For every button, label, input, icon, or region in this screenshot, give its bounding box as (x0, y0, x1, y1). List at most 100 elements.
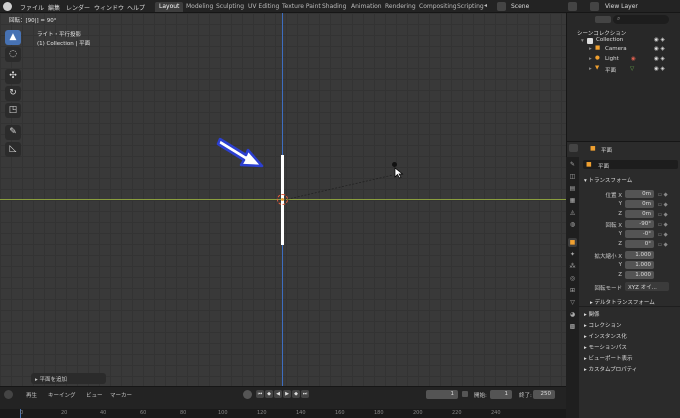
scene-name[interactable]: Scene (511, 3, 529, 10)
visibility-eye-icon[interactable]: ◉ ◈ (654, 46, 665, 52)
data-tab-icon[interactable]: ▽ (568, 298, 577, 307)
menu-render[interactable]: レンダー (66, 3, 90, 12)
tab-animation[interactable]: Animation (347, 2, 386, 12)
properties-editor-icon[interactable] (569, 144, 578, 152)
measure-tool-icon[interactable]: ◺ (5, 142, 21, 157)
display-mode-icon[interactable] (595, 16, 611, 23)
menu-marker[interactable]: マーカー (110, 391, 132, 399)
panel-custom-properties[interactable]: ▸ カスタムプロパティ (584, 365, 637, 373)
mesh-data-icon: ▽ (630, 66, 635, 72)
view-layer-tab-icon[interactable]: ▦ (568, 196, 577, 205)
last-operator-panel[interactable]: ▸ 平面を追加 (31, 373, 106, 384)
tab-shading[interactable]: Shading (318, 2, 350, 12)
scene-tab-icon[interactable]: ◬ (568, 208, 577, 217)
tab-scripting[interactable]: Scripting (453, 2, 488, 12)
ruler-label: 0 (20, 410, 24, 416)
visibility-eye-icon[interactable]: ◉ ◈ (654, 37, 665, 43)
panel-motion-paths[interactable]: ▸ モーションパス (584, 343, 627, 351)
location-x-label: 位置 X (605, 193, 622, 199)
rotation-x-field[interactable]: -90° (625, 220, 654, 228)
tool-tab-icon[interactable]: ✎ (568, 160, 577, 169)
menu-file[interactable]: ファイル (20, 3, 44, 12)
move-tool-icon[interactable]: ✣ (5, 69, 21, 84)
render-tab-icon[interactable]: ◫ (568, 172, 577, 181)
scale-z-field[interactable]: 1.000 (625, 271, 654, 279)
rotate-tool-icon[interactable]: ↻ (5, 86, 21, 101)
menu-window[interactable]: ウィンドウ (94, 3, 124, 12)
view-layer-name[interactable]: View Layer (605, 3, 638, 10)
rotation-z-field[interactable]: 0° (625, 240, 654, 248)
tab-rendering[interactable]: Rendering (381, 2, 420, 12)
collection-info: (1) Collection | 平面 (37, 41, 91, 47)
menu-keying[interactable]: キーイング (48, 391, 76, 399)
panel-relations[interactable]: ▸ 関係 (584, 310, 600, 318)
tab-layout[interactable]: Layout (155, 2, 184, 12)
rotation-mode-dropdown[interactable]: XYZ オイ... (625, 282, 669, 291)
ruler-label: 200 (413, 410, 423, 416)
location-y-field[interactable]: 0m (625, 200, 654, 208)
material-tab-icon[interactable]: ◕ (568, 310, 577, 319)
transform-title: トランスフォーム (588, 178, 633, 184)
outliner-item-plane[interactable]: 平面 (605, 66, 616, 74)
rotation-y-field[interactable]: -0° (625, 230, 654, 238)
3d-viewport[interactable]: 回転：[90|] = 90° ライト・平行投影 (1) Collection |… (0, 13, 566, 386)
object-tab-icon[interactable]: ■ (568, 238, 577, 247)
panel-collections[interactable]: ▸ コレクション (584, 321, 622, 329)
record-icon[interactable] (243, 390, 252, 399)
output-tab-icon[interactable]: ▤ (568, 184, 577, 193)
menu-edit[interactable]: 編集 (48, 3, 60, 12)
timeline-ruler[interactable] (0, 409, 566, 418)
cursor-tool-icon[interactable]: ◌ (5, 47, 21, 62)
outliner-item-camera[interactable]: Camera (605, 46, 627, 52)
properties-object-name: 平面 (601, 148, 613, 154)
delta-transform-panel[interactable]: ▸ デルタトランスフォーム (590, 298, 655, 306)
panel-instancing[interactable]: ▸ インスタンス化 (584, 332, 627, 340)
prev-key-icon[interactable]: ◆ (265, 390, 273, 398)
jump-start-icon[interactable]: ⏮ (256, 390, 264, 398)
preview-range-icon[interactable] (462, 391, 468, 397)
constraint-tab-icon[interactable]: ⊞ (568, 286, 577, 295)
start-frame-field[interactable]: 1 (490, 390, 512, 399)
transform-panel-header[interactable]: ▾ トランスフォーム (584, 176, 632, 184)
jump-end-icon[interactable]: ⏭ (301, 390, 309, 398)
rotation-guide-line (283, 174, 394, 201)
workspace-more-icon[interactable]: ◂ (484, 2, 487, 9)
play-reverse-icon[interactable]: ◀ (274, 390, 282, 398)
menu-playback[interactable]: 再生 (26, 391, 37, 399)
world-tab-icon[interactable]: ◍ (568, 220, 577, 229)
scene-icon[interactable] (497, 2, 506, 11)
object-name-field[interactable]: 平面 (598, 162, 609, 170)
location-x-field[interactable]: 0m (625, 190, 654, 198)
end-frame-field[interactable]: 250 (533, 390, 555, 399)
current-frame-field[interactable]: 1 (426, 390, 458, 399)
select-box-icon[interactable]: ▲ (5, 30, 21, 45)
tab-sculpting[interactable]: Sculpting (212, 2, 248, 12)
lock-toggle-icons[interactable]: ▫ ◆ ▫ ◆ ▫ ◆ ▫ ◆ ▫ ◆ ▫ ◆ (658, 190, 678, 250)
mouse-cursor-icon (394, 167, 404, 179)
collection-expand-icon[interactable]: ▾ (581, 38, 584, 44)
visibility-eye-icon[interactable]: ◉ ◈ (654, 66, 665, 72)
panel-viewport-display[interactable]: ▸ ビューポート表示 (584, 354, 633, 362)
next-key-icon[interactable]: ◆ (292, 390, 300, 398)
timeline-editor-icon[interactable] (4, 390, 13, 399)
scale-tool-icon[interactable]: ◳ (5, 103, 21, 118)
outliner-search-input[interactable]: ⌕ (613, 15, 669, 24)
outliner-item-light[interactable]: Light (605, 56, 619, 62)
modifier-tab-icon[interactable]: ✦ (568, 250, 577, 259)
view-layer-icon[interactable] (590, 2, 599, 11)
object-icon: ■ (590, 145, 596, 152)
scene-browse-icon[interactable] (568, 2, 577, 11)
physics-tab-icon[interactable]: ◎ (568, 274, 577, 283)
scale-x-field[interactable]: 1.000 (625, 251, 654, 259)
location-z-field[interactable]: 0m (625, 210, 654, 218)
texture-tab-icon[interactable]: ▩ (568, 322, 577, 331)
outliner-collection[interactable]: Collection (596, 37, 623, 43)
visibility-eye-icon[interactable]: ◉ ◈ (654, 56, 665, 62)
annotate-tool-icon[interactable]: ✎ (5, 125, 21, 140)
menu-view[interactable]: ビュー (86, 391, 103, 399)
scale-y-field[interactable]: 1.000 (625, 261, 654, 269)
blender-logo-icon[interactable] (3, 2, 12, 11)
play-icon[interactable]: ▶ (283, 390, 291, 398)
menu-help[interactable]: ヘルプ (127, 3, 145, 12)
particles-tab-icon[interactable]: ⁂ (568, 262, 577, 271)
